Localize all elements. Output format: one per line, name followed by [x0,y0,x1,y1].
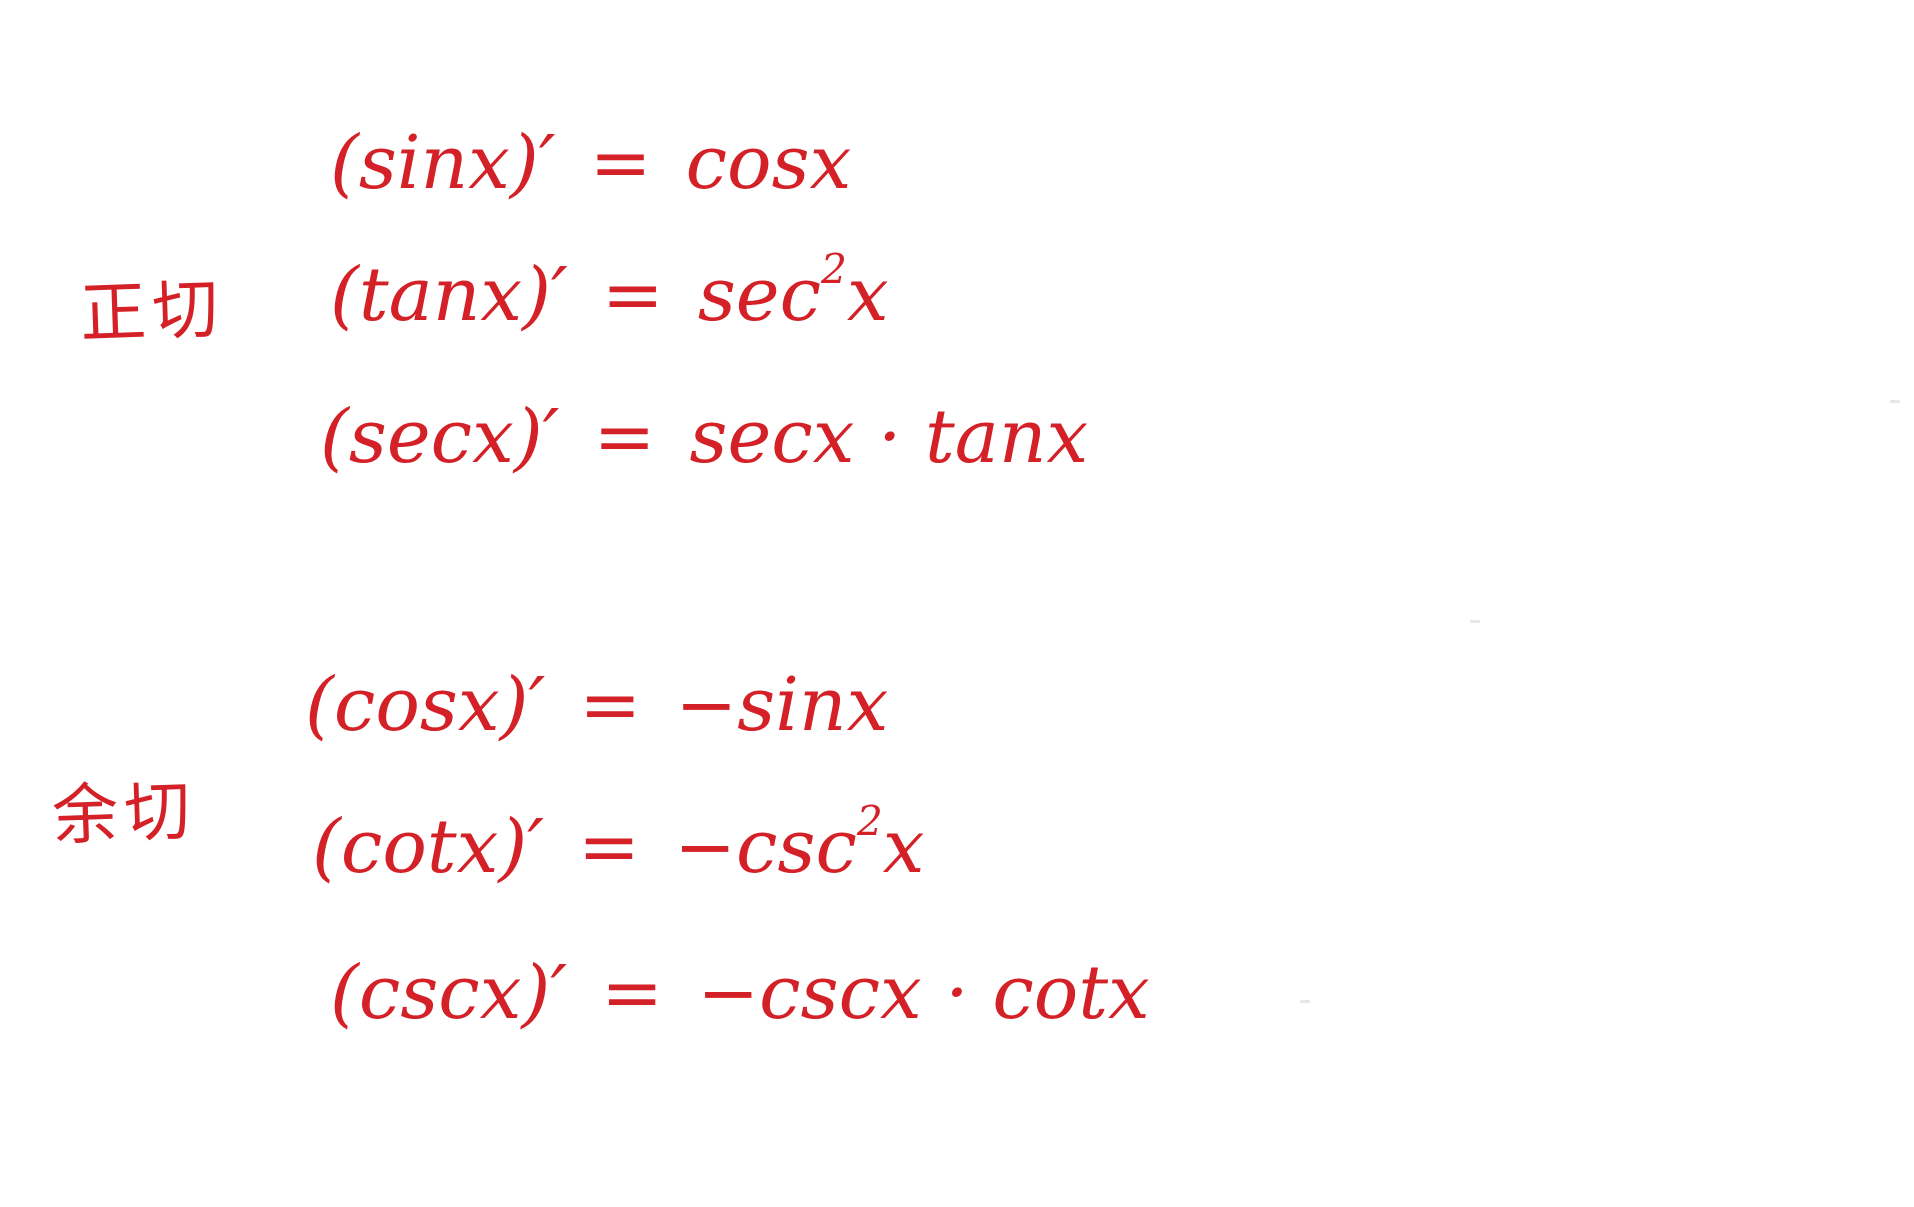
group-label-tangent: 正切 [78,270,226,353]
formula-lhs: (sinx)′ [330,120,556,206]
formula-lhs: (tanx)′ [330,252,568,338]
formula-rhs: cosx [685,120,852,206]
formula-rhs: sec2x [698,249,889,332]
formula-sec-derivative: (secx)′ = secx · tanx [320,400,1088,474]
paper-speck [1470,620,1480,623]
formula-lhs: (cotx)′ [312,804,545,890]
formula-lhs: (cscx)′ [330,950,568,1036]
formula-csc-derivative: (cscx)′ = −cscx · cotx [330,956,1150,1030]
equals-sign: = [578,804,641,890]
equals-sign: = [593,394,656,480]
rhs-tail: x [882,804,925,890]
paper-speck [1890,400,1900,403]
rhs-base: sec [697,252,822,338]
equals-sign: = [579,662,642,748]
rhs-tail: x [846,252,889,338]
group-label-cotangent: 余切 [50,772,198,855]
equals-sign: = [601,252,664,338]
rhs-exponent: 2 [856,797,883,846]
note-canvas: { "ink_color": "#d42027", "background_co… [0,0,1914,1207]
formula-lhs: (cosx)′ [305,662,546,748]
formula-rhs: −csc2x [674,801,925,884]
formula-sin-derivative: (sinx)′ = cosx [330,126,851,200]
formula-cot-derivative: (cotx)′ = −csc2x [312,801,925,890]
formula-cos-derivative: (cosx)′ = −sinx [305,668,888,742]
rhs-exponent: 2 [821,245,847,294]
formula-rhs: −sinx [675,662,889,748]
equals-sign: = [601,950,664,1036]
paper-speck [1300,1000,1310,1003]
equals-sign: = [589,120,652,206]
formula-tan-derivative: (tanx)′ = sec2x [330,249,889,338]
formula-lhs: (secx)′ [320,394,560,480]
formula-rhs: −cscx · cotx [697,950,1150,1036]
formula-rhs: secx · tanx [689,394,1089,480]
rhs-base: −csc [674,804,857,890]
